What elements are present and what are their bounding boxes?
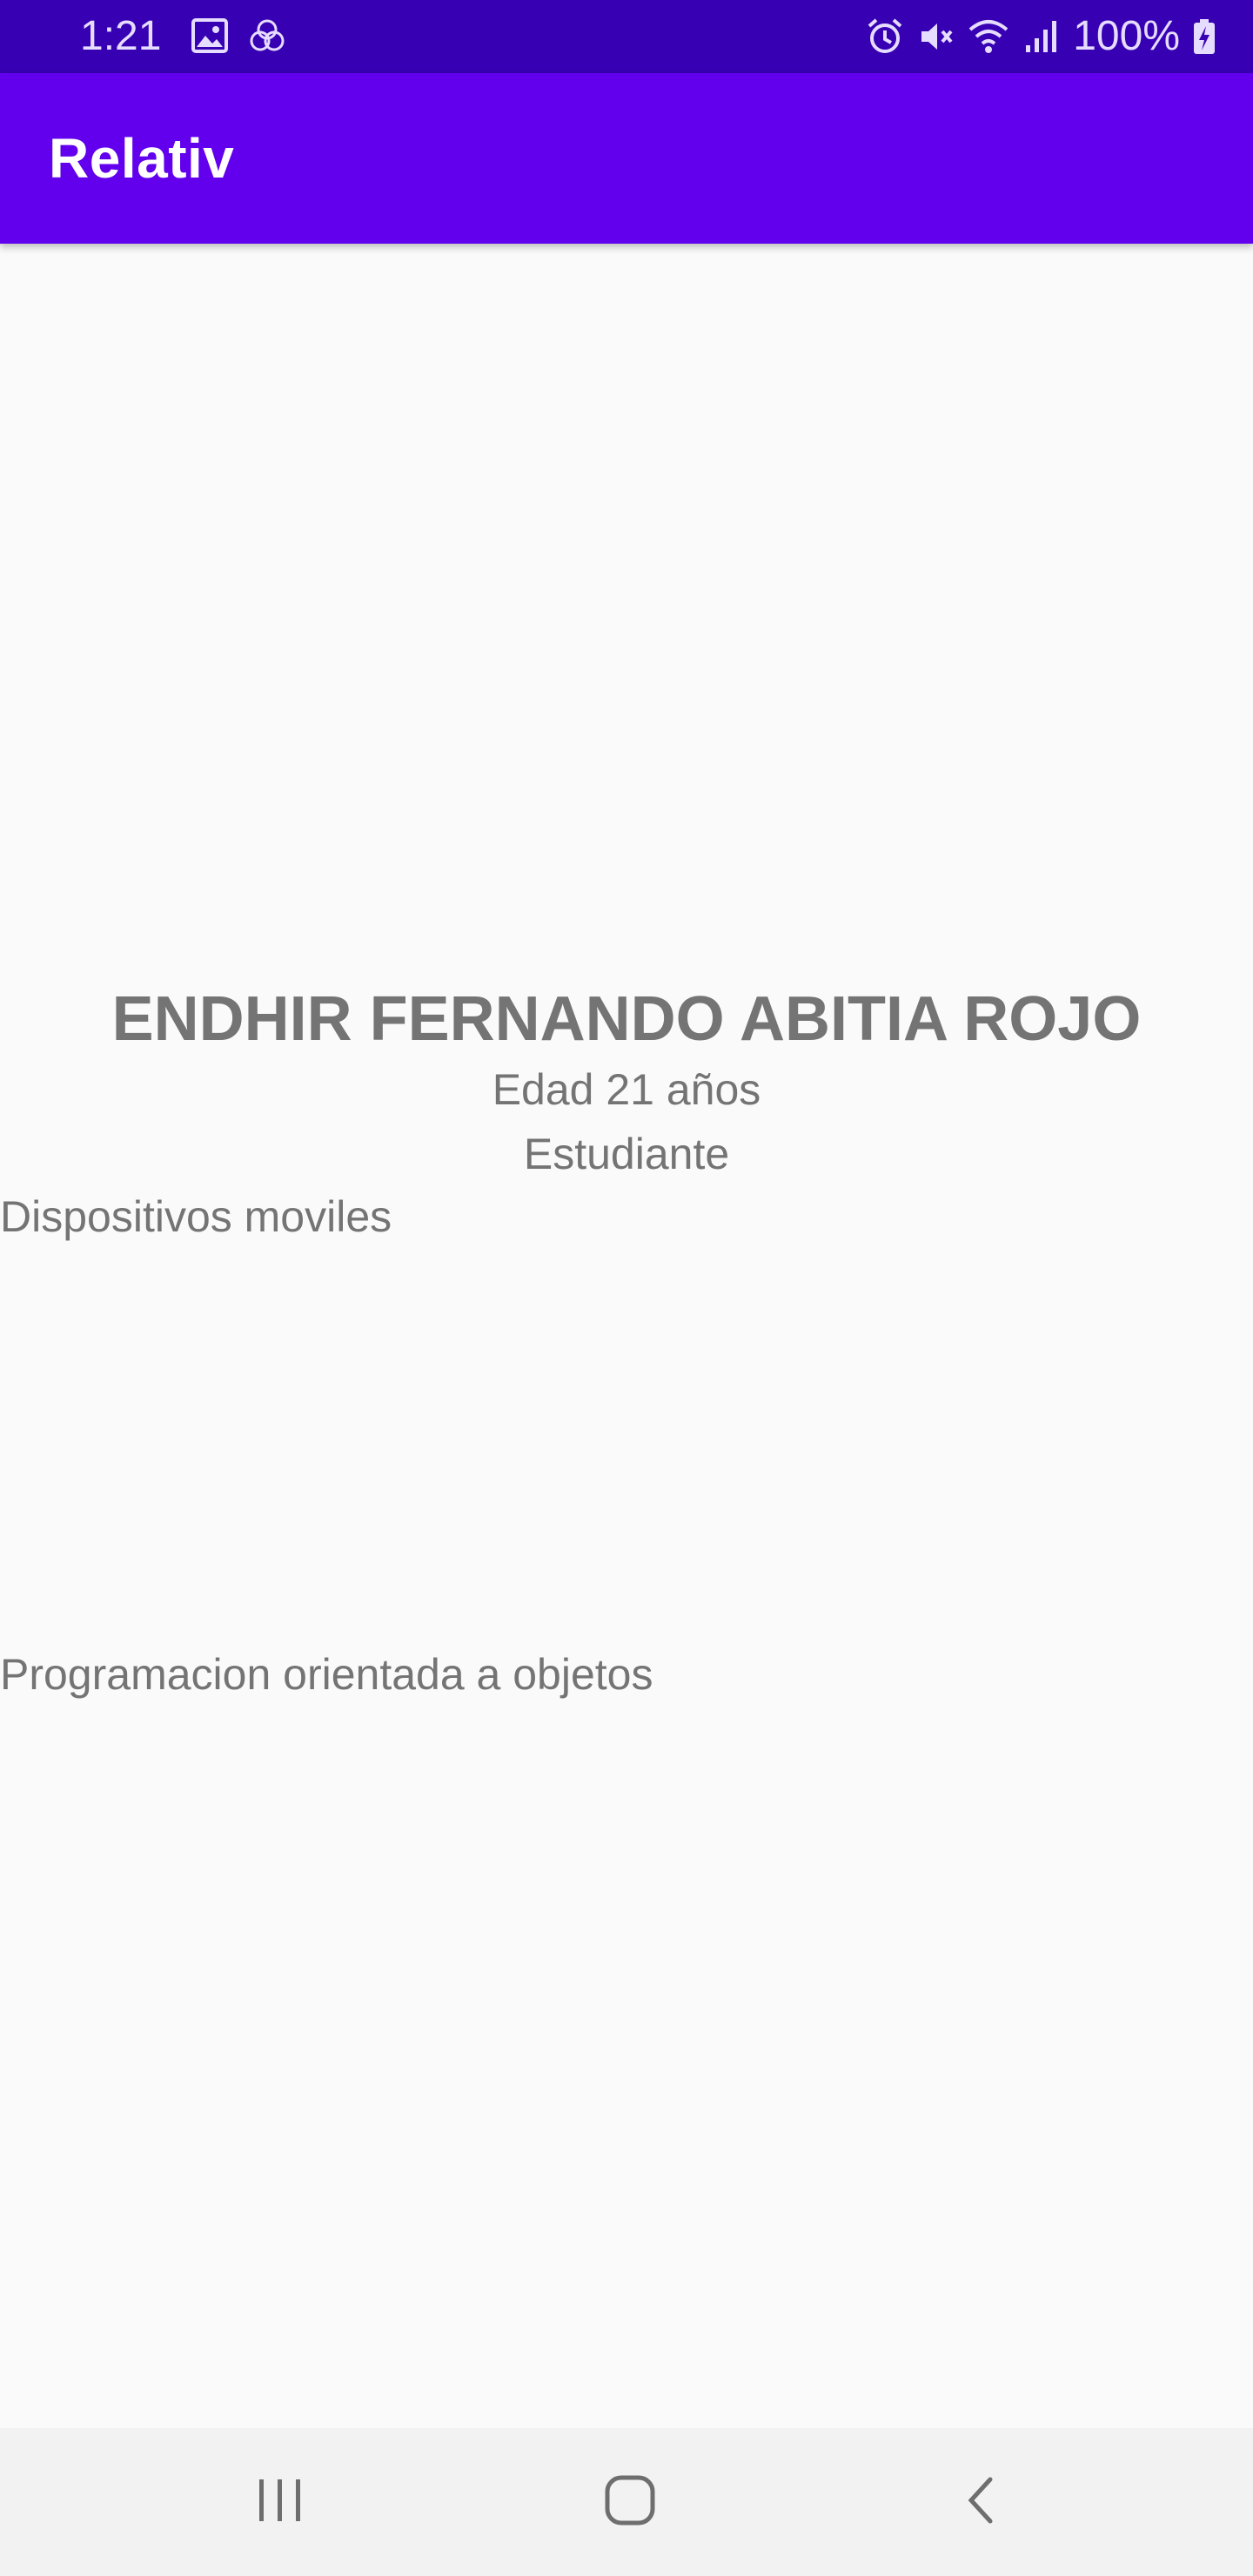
course-programacion-oo: Programacion orientada a objetos [0,1650,653,1699]
status-time: 1:21 [80,13,162,59]
mute-icon [916,17,955,56]
profile-age: Edad 21 años [492,1065,761,1114]
battery-text: 100% [1073,13,1180,59]
home-button[interactable] [586,2459,673,2546]
back-icon [964,2474,999,2531]
app-bar: Relativ [0,73,1253,244]
recents-button[interactable] [237,2459,324,2546]
status-left-icons [191,17,287,58]
battery-charging-icon [1192,17,1216,56]
alarm-icon [866,17,904,56]
image-icon [191,18,228,57]
status-bar: 1:21 100% [0,0,1253,73]
app-title: Relativ [49,127,235,190]
signal-icon [1022,17,1061,56]
profile-role: Estudiante [523,1130,730,1178]
course-dispositivos-moviles: Dispositivos moviles [0,1192,392,1241]
wifi-icon [967,17,1010,56]
status-right: 100% [866,9,1216,64]
recents-icon [254,2478,306,2527]
circles-icon [247,17,287,58]
profile-name: ENDHIR FERNANDO ABITIA ROJO [111,984,1142,1054]
back-button[interactable] [938,2459,1025,2546]
home-icon [604,2474,656,2531]
navigation-bar [0,2428,1253,2576]
